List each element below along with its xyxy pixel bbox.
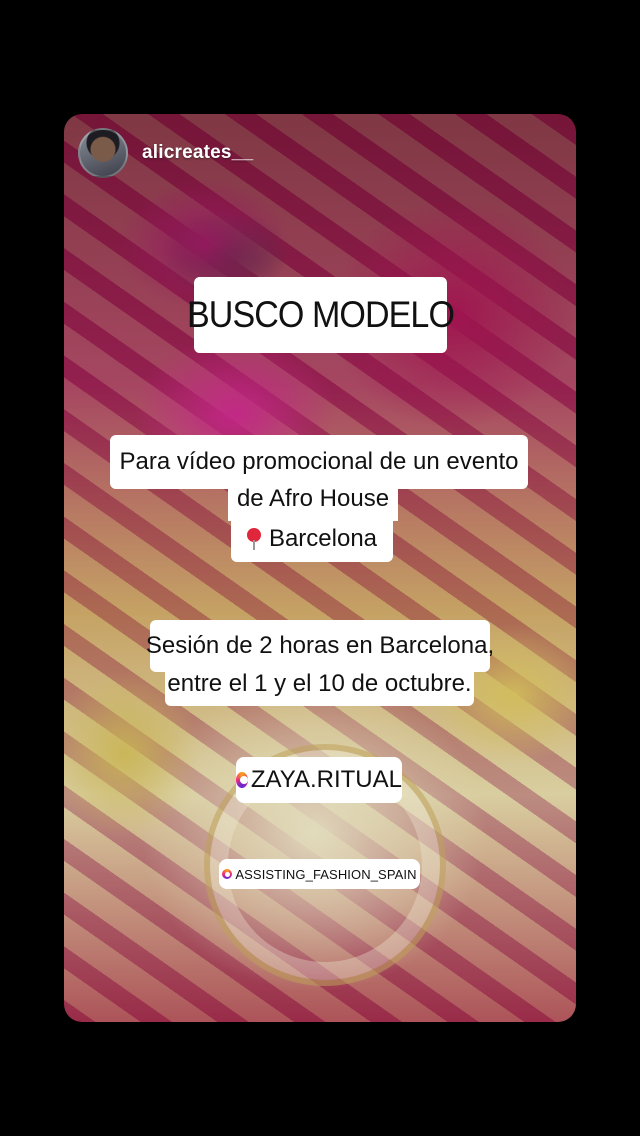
mention-zaya-ritual[interactable]: ZAYA.RITUAL [236,757,402,803]
pin-icon [246,528,261,550]
story-header: alicreates__ [78,128,253,178]
promo-location: Barcelona [231,516,393,562]
title-label: BUSCO MODELO [187,277,455,353]
mention-handle: ZAYA.RITUAL [250,766,402,793]
username[interactable]: alicreates__ [142,142,253,164]
promo-text-line-2: de Afro House [228,477,398,521]
avatar[interactable] [78,128,128,178]
story-frame[interactable]: alicreates__ BUSCO MODELO Para vídeo pro… [64,114,576,1022]
session-text-line-2: entre el 1 y el 10 de octubre. [165,662,474,706]
mention-handle: ASSISTING_FASHION_SPAIN [235,866,417,882]
location-text: Barcelona [268,524,378,552]
mention-assisting-fashion-spain[interactable]: ASSISTING_FASHION_SPAIN [219,859,420,889]
threads-icon [236,772,248,788]
threads-icon [222,869,233,879]
